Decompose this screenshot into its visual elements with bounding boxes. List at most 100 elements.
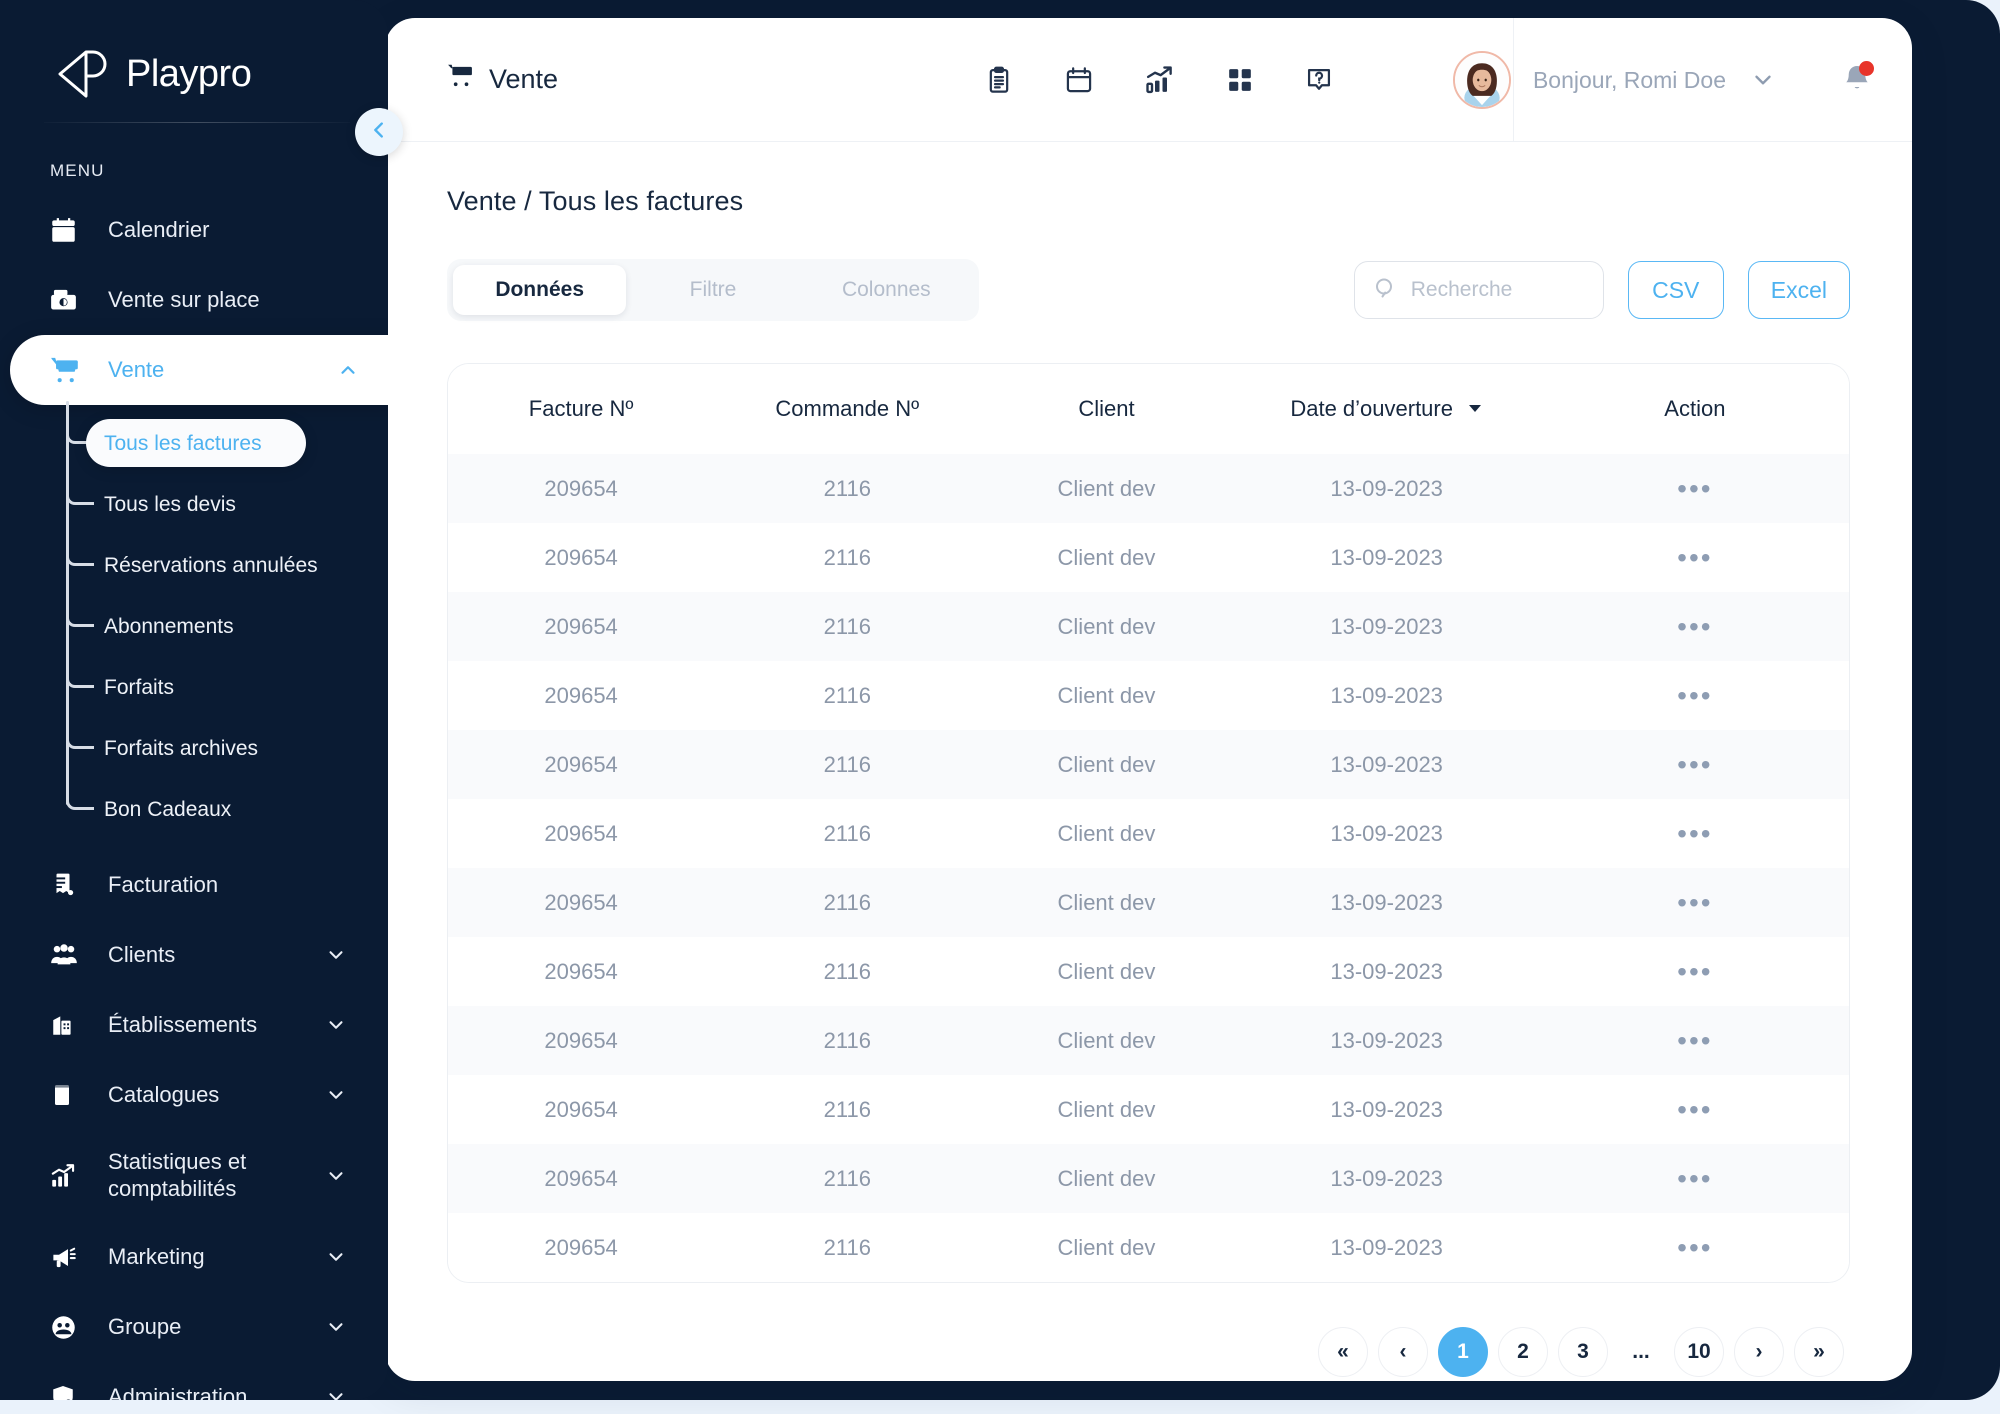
- card-body: Vente / Tous les factures Données Filtre…: [385, 142, 1912, 1377]
- bar-chart-icon[interactable]: [1145, 65, 1175, 95]
- search-input[interactable]: [1410, 278, 1585, 302]
- table-row[interactable]: 209654 2116 Client dev 13-09-2023 •••: [448, 523, 1849, 592]
- sidebar-item-label: Administration: [108, 1383, 248, 1400]
- table-row[interactable]: 209654 2116 Client dev 13-09-2023 •••: [448, 937, 1849, 1006]
- pagination-first-button[interactable]: «: [1318, 1327, 1368, 1377]
- sidebar-item-catalogues[interactable]: Catalogues: [0, 1060, 388, 1130]
- grid-icon[interactable]: [1227, 67, 1253, 93]
- chevron-down-icon[interactable]: [308, 1246, 364, 1268]
- users-icon: [50, 941, 86, 969]
- tree-elbow-icon: [66, 549, 94, 566]
- column-header-client[interactable]: Client: [980, 364, 1233, 454]
- chevron-down-icon[interactable]: [308, 1386, 364, 1400]
- sidebar-subitem-forfaits[interactable]: Forfaits: [0, 657, 388, 718]
- user-greeting: Bonjour, Romi Doe: [1532, 66, 1726, 93]
- menu-section-label: MENU: [50, 161, 105, 180]
- pagination-page-3[interactable]: 3: [1558, 1327, 1608, 1377]
- tab-donnees[interactable]: Données: [453, 265, 627, 315]
- table-row[interactable]: 209654 2116 Client dev 13-09-2023 •••: [448, 1075, 1849, 1144]
- cell-commande: 2116: [823, 1027, 871, 1053]
- sidebar-submenu-vente: Tous les factures Tous les devis Réserva…: [0, 401, 388, 850]
- sidebar-subitem-abonnements[interactable]: Abonnements: [0, 596, 388, 657]
- sidebar-item-administration[interactable]: Administration: [0, 1362, 388, 1400]
- caret-down-icon[interactable]: [1467, 396, 1483, 422]
- brand[interactable]: Playpro: [0, 0, 388, 112]
- user-area[interactable]: Bonjour, Romi Doe: [1452, 18, 1912, 142]
- chevron-down-icon[interactable]: [308, 1316, 364, 1338]
- sidebar-item-vente[interactable]: Vente: [10, 335, 388, 405]
- row-action-menu-button[interactable]: •••: [1541, 1144, 1849, 1213]
- help-icon[interactable]: [1305, 66, 1333, 94]
- sidebar-subitem-forfaits-archives[interactable]: Forfaits archives: [0, 718, 388, 779]
- pagination-page-last[interactable]: 10: [1674, 1327, 1724, 1377]
- export-excel-button[interactable]: Excel: [1747, 261, 1850, 319]
- sidebar-item-etablissements[interactable]: Établissements: [0, 990, 388, 1060]
- chevron-down-icon[interactable]: [308, 1014, 364, 1036]
- sidebar-item-clients[interactable]: Clients: [0, 920, 388, 990]
- cell-client: Client dev: [1057, 889, 1156, 915]
- tab-colonnes[interactable]: Colonnes: [800, 265, 973, 315]
- row-action-menu-button[interactable]: •••: [1541, 937, 1849, 1006]
- avatar: [1452, 51, 1511, 109]
- tree-elbow-icon: [66, 671, 94, 688]
- notification-button[interactable]: [1842, 60, 1874, 98]
- row-action-menu-button[interactable]: •••: [1541, 523, 1849, 592]
- chevron-down-icon[interactable]: [308, 944, 364, 966]
- search-box[interactable]: [1353, 261, 1604, 319]
- row-action-menu-button[interactable]: •••: [1541, 799, 1849, 868]
- table-row[interactable]: 209654 2116 Client dev 13-09-2023 •••: [448, 799, 1849, 868]
- row-action-menu-button[interactable]: •••: [1541, 868, 1849, 937]
- column-header-facture[interactable]: Facture Nº: [448, 364, 715, 454]
- row-action-menu-button[interactable]: •••: [1541, 592, 1849, 661]
- cell-facture: 209654: [544, 1234, 618, 1260]
- clipboard-icon[interactable]: [985, 66, 1013, 94]
- sidebar-item-statistiques[interactable]: Statistiques et comptabilités: [0, 1130, 388, 1222]
- megaphone-icon: [50, 1244, 86, 1271]
- table-row[interactable]: 209654 2116 Client dev 13-09-2023 •••: [448, 1144, 1849, 1213]
- sidebar-subitem-bon-cadeaux[interactable]: Bon Cadeaux: [0, 779, 388, 840]
- table-row[interactable]: 209654 2116 Client dev 13-09-2023 •••: [448, 730, 1849, 799]
- pagination-page-1[interactable]: 1: [1438, 1327, 1488, 1377]
- sidebar-collapse-button[interactable]: [355, 108, 403, 156]
- table-row[interactable]: 209654 2116 Client dev 13-09-2023 •••: [448, 1006, 1849, 1075]
- pagination-prev-button[interactable]: ‹: [1378, 1327, 1428, 1377]
- calendar-icon[interactable]: [1065, 66, 1093, 94]
- table-row[interactable]: 209654 2116 Client dev 13-09-2023 •••: [448, 868, 1849, 937]
- pagination-next-button[interactable]: ›: [1734, 1327, 1784, 1377]
- pagination-page-2[interactable]: 2: [1498, 1327, 1548, 1377]
- column-header-date-ouverture[interactable]: Date d’ouverture: [1232, 364, 1541, 454]
- sidebar-item-facturation[interactable]: Facturation: [0, 850, 388, 920]
- cell-date: 13-09-2023: [1330, 751, 1443, 777]
- sidebar-item-vente-sur-place[interactable]: Vente sur place: [0, 265, 388, 335]
- row-action-menu-button[interactable]: •••: [1541, 730, 1849, 799]
- sidebar-subitem-tous-les-devis[interactable]: Tous les devis: [0, 474, 388, 535]
- pagination-last-button[interactable]: »: [1794, 1327, 1844, 1377]
- table-row[interactable]: 209654 2116 Client dev 13-09-2023 •••: [448, 1213, 1849, 1282]
- sidebar-subitem-label: Forfaits: [104, 675, 175, 699]
- chevron-up-icon[interactable]: [320, 359, 376, 381]
- row-action-menu-button[interactable]: •••: [1541, 661, 1849, 730]
- row-action-menu-button[interactable]: •••: [1541, 1213, 1849, 1282]
- sidebar-item-label: Calendrier: [108, 216, 210, 242]
- sidebar-subitem-reservations-annulees[interactable]: Réservations annulées: [0, 535, 388, 596]
- sidebar-item-calendrier[interactable]: Calendrier: [0, 195, 388, 265]
- cell-commande: 2116: [823, 751, 871, 777]
- sidebar-subitem-tous-les-factures[interactable]: Tous les factures: [0, 413, 388, 474]
- sidebar-subitem-label: Réservations annulées: [104, 553, 318, 577]
- row-action-menu-button[interactable]: •••: [1541, 454, 1849, 523]
- sidebar-item-marketing[interactable]: Marketing: [0, 1222, 388, 1292]
- row-action-menu-button[interactable]: •••: [1541, 1075, 1849, 1144]
- sidebar-item-groupe[interactable]: Groupe: [0, 1292, 388, 1362]
- table-row[interactable]: 209654 2116 Client dev 13-09-2023 •••: [448, 592, 1849, 661]
- chevron-down-icon[interactable]: [308, 1165, 364, 1187]
- table-row[interactable]: 209654 2116 Client dev 13-09-2023 •••: [448, 454, 1849, 523]
- export-csv-button[interactable]: CSV: [1627, 261, 1724, 319]
- cell-client: Client dev: [1057, 958, 1156, 984]
- chevron-down-icon[interactable]: [1750, 67, 1776, 93]
- chevron-down-icon[interactable]: [308, 1084, 364, 1106]
- tab-filtre[interactable]: Filtre: [626, 265, 799, 315]
- row-action-menu-button[interactable]: •••: [1541, 1006, 1849, 1075]
- table-row[interactable]: 209654 2116 Client dev 13-09-2023 •••: [448, 661, 1849, 730]
- column-header-commande[interactable]: Commande Nº: [714, 364, 981, 454]
- column-label: Date d’ouverture: [1290, 396, 1453, 421]
